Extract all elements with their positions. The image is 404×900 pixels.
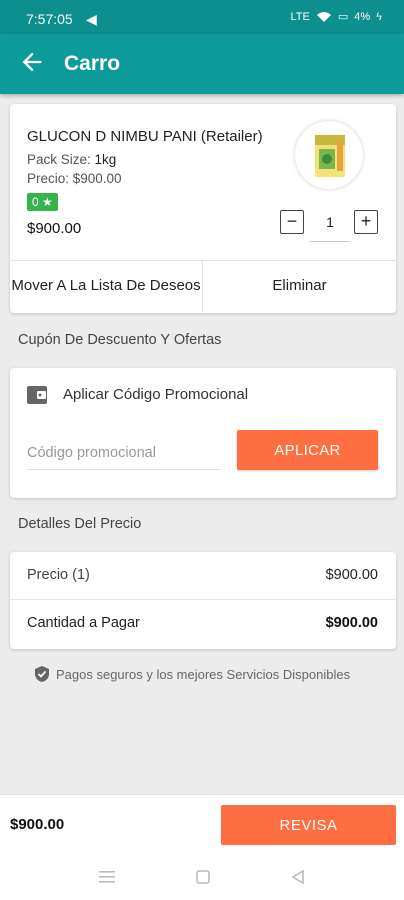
coupon-section-heading: Cupón De Descuento Y Ofertas xyxy=(18,332,222,348)
remove-item-button[interactable]: Eliminar xyxy=(203,261,396,314)
app-bar: Carro xyxy=(0,34,404,94)
system-nav-bar xyxy=(0,854,404,900)
promo-code-input[interactable] xyxy=(27,436,221,470)
back-arrow-icon[interactable] xyxy=(18,48,46,76)
pack-size-value: 1kg xyxy=(94,152,117,167)
charging-icon: ϟ xyxy=(376,10,382,23)
secure-payment-note: Pagos seguros y los mejores Servicios Di… xyxy=(34,665,350,683)
product-image[interactable] xyxy=(295,121,363,189)
move-to-wishlist-button[interactable]: Mover A La Lista De Deseos xyxy=(10,261,203,314)
shield-check-icon xyxy=(35,666,49,682)
amount-payable-label: Cantidad a Pagar xyxy=(27,615,140,631)
product-pack-size: Pack Size: 1kg xyxy=(27,152,116,167)
quantity-decrease-button[interactable]: − xyxy=(280,210,304,234)
wifi-icon xyxy=(316,11,331,22)
back-triangle-icon[interactable] xyxy=(288,868,308,886)
cart-item-actions: Mover A La Lista De Deseos Eliminar xyxy=(10,260,396,314)
product-name[interactable]: GLUCON D NIMBU PANI (Retailer) xyxy=(27,128,263,145)
home-icon[interactable] xyxy=(193,868,213,886)
amount-payable-row: Cantidad a Pagar $900.00 xyxy=(10,600,396,648)
cart-item-card: GLUCON D NIMBU PANI (Retailer) Pack Size… xyxy=(10,104,396,314)
price-row: Precio (1) $900.00 xyxy=(10,552,396,600)
price-row-label: Precio (1) xyxy=(27,567,90,583)
price-details-heading: Detalles Del Precio xyxy=(18,516,142,532)
status-icons: LTE ▭ 4% ϟ xyxy=(290,10,383,24)
product-unit-price: Precio: $900.00 xyxy=(27,171,122,186)
page-title: Carro xyxy=(64,52,121,75)
product-package-icon xyxy=(315,135,345,177)
amount-payable-value: $900.00 xyxy=(325,615,378,631)
secure-note-text: Pagos seguros y los mejores Servicios Di… xyxy=(56,666,351,682)
promo-card: Aplicar Código Promocional APLICAR xyxy=(10,368,396,498)
send-icon: ◀ xyxy=(86,11,97,27)
wallet-icon xyxy=(27,386,47,404)
network-label: LTE xyxy=(290,10,310,23)
checkout-bar: $900.00 REVISA xyxy=(0,794,404,854)
battery-level: 4% xyxy=(354,10,371,23)
promo-title: Aplicar Código Promocional xyxy=(63,386,249,403)
bottom-total: $900.00 xyxy=(10,816,65,833)
product-total: $900.00 xyxy=(27,220,82,237)
quantity-increase-button[interactable]: + xyxy=(354,210,378,234)
apply-promo-button[interactable]: APLICAR xyxy=(237,430,378,470)
recents-menu-icon[interactable] xyxy=(97,868,117,886)
price-details-card: Precio (1) $900.00 Cantidad a Pagar $900… xyxy=(10,552,396,649)
status-bar: 7:57:05 ◀ LTE ▭ 4% ϟ xyxy=(0,0,404,34)
rating-badge: 0 ★ xyxy=(27,193,58,211)
checkout-button[interactable]: REVISA xyxy=(221,805,396,845)
status-time: 7:57:05 xyxy=(26,11,73,27)
battery-icon: ▭ xyxy=(337,11,349,23)
price-row-value: $900.00 xyxy=(325,567,378,583)
quantity-value: 1 xyxy=(310,210,350,242)
pack-size-label: Pack Size: xyxy=(27,152,91,167)
